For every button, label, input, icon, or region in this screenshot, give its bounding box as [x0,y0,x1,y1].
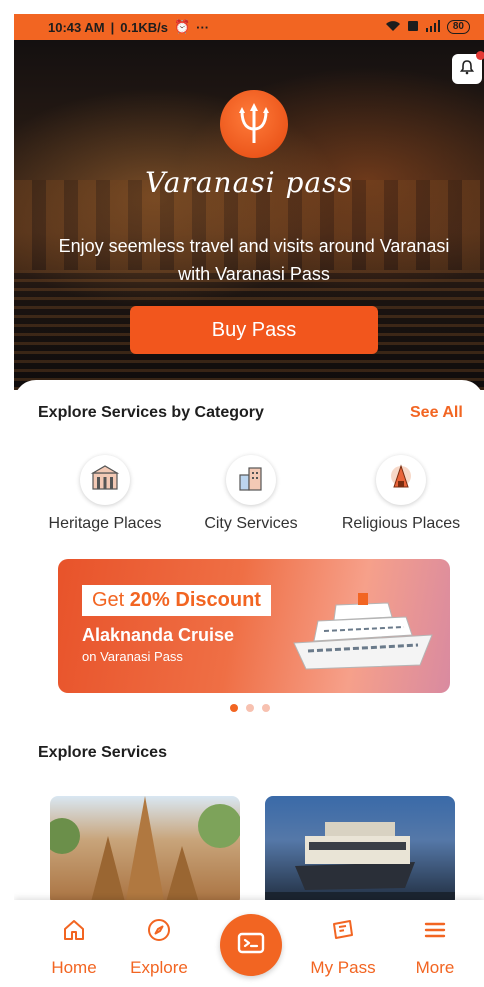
status-time: 10:43 AM [48,19,105,35]
discount-badge: Get 20% Discount [82,585,271,616]
notification-dot [476,51,484,60]
nav-more[interactable]: More [410,916,460,978]
compass-icon [124,916,194,944]
carousel-dot-active[interactable] [230,704,238,712]
status-bar: 10:43 AM | 0.1KB/s ⏰ ··· 80 [14,14,484,40]
temple-photo [50,796,240,906]
banner-subtitle: on Varanasi Pass [82,649,183,664]
scan-pass-icon [237,931,265,960]
nav-label: More [415,958,455,977]
pass-ticket-icon [304,916,382,944]
trident-icon [239,103,269,143]
nav-label: Explore [130,958,188,977]
nav-label: My Pass [310,958,376,977]
notification-button[interactable] [452,51,484,84]
wifi-icon [385,20,401,35]
status-divider: | [110,19,115,35]
hamburger-menu-icon [410,916,460,944]
scan-pass-button[interactable] [220,914,282,976]
cruise-ship-image [293,593,433,670]
home-icon [44,916,104,944]
nav-my-pass[interactable]: My Pass [304,916,382,978]
category-religious-places[interactable]: Religious Places [330,455,472,533]
service-card-cruise[interactable] [265,796,455,906]
status-more: ··· [196,19,210,35]
service-card-temple[interactable] [50,796,240,906]
signal-icon [425,19,441,35]
app-screen: 10:43 AM | 0.1KB/s ⏰ ··· 80 Varanasi pas… [14,0,484,987]
logo-wordmark: Varanasi pass [145,166,353,199]
carousel-dot[interactable] [246,704,254,712]
battery-indicator: 80 [446,20,470,34]
nav-home[interactable]: Home [44,916,104,978]
category-label: Religious Places [341,515,461,532]
alarm-icon: ⏰ [173,19,191,34]
see-all-link[interactable]: See All [410,404,463,422]
category-label: Heritage Places [48,515,162,532]
temple-icon [386,463,416,498]
explore-services-title: Explore Services [38,744,167,761]
bell-icon [459,59,475,80]
city-buildings-icon [236,463,266,498]
buy-pass-button[interactable]: Buy Pass [130,306,378,354]
heritage-building-icon [90,463,120,498]
cruise-photo [265,822,455,906]
category-label: City Services [204,515,298,532]
nav-explore[interactable]: Explore [124,916,194,978]
discount-prefix: Get [92,589,130,611]
banner-title: Alaknanda Cruise [82,625,235,645]
varanasi-pass-logo [220,90,288,158]
status-speed: 0.1KB/s [120,19,168,35]
carousel-dot[interactable] [262,704,270,712]
hero-tagline: Enjoy seemless travel and visits around … [58,236,450,284]
category-heritage-places[interactable]: Heritage Places [38,455,172,533]
category-section-title: Explore Services by Category [38,404,264,421]
sim-icon [407,20,419,35]
carousel-indicator[interactable] [230,704,270,712]
category-city-services[interactable]: City Services [188,455,314,533]
nav-label: Home [51,958,97,977]
promo-banner[interactable]: Get 20% Discount Alaknanda Cruise on Var… [58,559,450,693]
discount-value: 20% Discount [129,589,261,611]
